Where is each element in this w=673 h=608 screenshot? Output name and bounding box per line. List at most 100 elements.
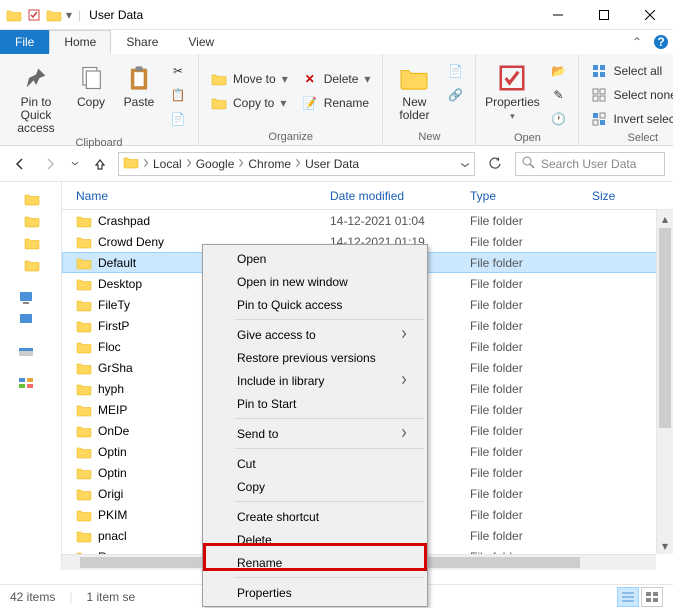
column-size[interactable]: Size bbox=[592, 189, 652, 203]
search-input[interactable]: Search User Data bbox=[515, 152, 665, 176]
up-button[interactable] bbox=[88, 152, 112, 176]
help-icon[interactable]: ? bbox=[649, 30, 673, 54]
refresh-button[interactable] bbox=[481, 152, 509, 176]
rename-button[interactable]: 📝Rename bbox=[298, 92, 375, 114]
tree-item[interactable] bbox=[0, 286, 61, 308]
window-title: User Data bbox=[81, 8, 143, 22]
ctx-cut[interactable]: Cut bbox=[205, 452, 425, 475]
recent-locations-button[interactable] bbox=[68, 152, 82, 176]
ctx-send-to[interactable]: Send to bbox=[205, 422, 425, 445]
folder-icon bbox=[76, 361, 92, 375]
tree-item[interactable] bbox=[0, 308, 61, 330]
column-name[interactable]: Name bbox=[76, 189, 330, 203]
file-type: File folder bbox=[470, 445, 592, 459]
copy-path-button[interactable]: 📋 bbox=[166, 84, 190, 106]
tree-item[interactable] bbox=[0, 372, 61, 394]
tab-view[interactable]: View bbox=[173, 30, 229, 54]
select-all-icon bbox=[591, 63, 607, 79]
delete-button[interactable]: ✕Delete ▾ bbox=[298, 68, 375, 90]
history-button[interactable]: 🕐 bbox=[546, 108, 570, 130]
address-folder-icon bbox=[123, 155, 139, 172]
tree-item[interactable] bbox=[0, 210, 61, 232]
tree-item[interactable] bbox=[0, 254, 61, 276]
vertical-scrollbar[interactable]: ▴ ▾ bbox=[656, 210, 673, 554]
title-bar: ▾ | User Data bbox=[0, 0, 673, 30]
address-bar[interactable]: Local Google Chrome User Data bbox=[118, 152, 475, 176]
properties-button[interactable]: Properties ▾ bbox=[484, 58, 540, 122]
tree-item[interactable] bbox=[0, 232, 61, 254]
column-date[interactable]: Date modified bbox=[330, 189, 470, 203]
minimize-button[interactable] bbox=[535, 0, 581, 30]
status-selection: 1 item se bbox=[86, 590, 135, 604]
paste-icon bbox=[123, 62, 155, 94]
column-type[interactable]: Type bbox=[470, 189, 592, 203]
ctx-open[interactable]: Open bbox=[205, 247, 425, 270]
file-type: File folder bbox=[470, 466, 592, 480]
ctx-restore-versions[interactable]: Restore previous versions bbox=[205, 346, 425, 369]
rename-icon: 📝 bbox=[302, 95, 318, 111]
open-small-button[interactable]: 📂 bbox=[546, 60, 570, 82]
scrollbar-thumb[interactable] bbox=[659, 228, 671, 428]
cut-small-button[interactable]: ✂ bbox=[166, 60, 190, 82]
scroll-down-icon[interactable]: ▾ bbox=[657, 537, 673, 554]
file-type: File folder bbox=[470, 508, 592, 522]
ctx-copy[interactable]: Copy bbox=[205, 475, 425, 498]
breadcrumb[interactable]: Local bbox=[153, 157, 192, 171]
select-none-button[interactable]: Select none bbox=[587, 84, 673, 106]
scroll-up-icon[interactable]: ▴ bbox=[657, 210, 673, 227]
breadcrumb[interactable]: User Data bbox=[305, 157, 359, 171]
file-type: File folder bbox=[470, 361, 592, 375]
move-to-button[interactable]: Move to ▾ bbox=[207, 68, 292, 90]
ctx-rename[interactable]: Rename bbox=[205, 551, 425, 574]
breadcrumb[interactable]: Chrome bbox=[248, 157, 301, 171]
paste-shortcut-button[interactable]: 📄 bbox=[166, 108, 190, 130]
invert-selection-button[interactable]: Invert selection bbox=[587, 108, 673, 130]
ctx-delete[interactable]: Delete bbox=[205, 528, 425, 551]
select-all-button[interactable]: Select all bbox=[587, 60, 673, 82]
thumbnails-view-button[interactable] bbox=[641, 587, 663, 607]
collapse-ribbon-icon[interactable]: ⌃ bbox=[625, 30, 649, 54]
move-to-icon bbox=[211, 71, 227, 87]
tab-file[interactable]: File bbox=[0, 30, 49, 54]
submenu-arrow-icon bbox=[401, 427, 407, 441]
copy-button[interactable]: Copy bbox=[70, 58, 112, 109]
details-view-button[interactable] bbox=[617, 587, 639, 607]
qat-new-folder-icon[interactable] bbox=[46, 7, 62, 23]
qat-folder-icon[interactable] bbox=[6, 7, 22, 23]
back-button[interactable] bbox=[8, 152, 32, 176]
context-menu: Open Open in new window Pin to Quick acc… bbox=[202, 244, 428, 607]
qat-properties-icon[interactable] bbox=[26, 7, 42, 23]
tree-item[interactable] bbox=[0, 188, 61, 210]
tab-home[interactable]: Home bbox=[49, 30, 111, 54]
copy-to-button[interactable]: Copy to ▾ bbox=[207, 92, 292, 114]
edit-small-button[interactable]: ✎ bbox=[546, 84, 570, 106]
ctx-properties[interactable]: Properties bbox=[205, 581, 425, 604]
ctx-open-new-window[interactable]: Open in new window bbox=[205, 270, 425, 293]
maximize-button[interactable] bbox=[581, 0, 627, 30]
tree-item[interactable] bbox=[0, 340, 61, 362]
easy-access-button[interactable]: 🔗 bbox=[443, 84, 467, 106]
new-item-button[interactable]: 📄 bbox=[443, 60, 467, 82]
forward-button[interactable] bbox=[38, 152, 62, 176]
ctx-create-shortcut[interactable]: Create shortcut bbox=[205, 505, 425, 528]
scissors-icon: ✂ bbox=[170, 63, 186, 79]
paste-button[interactable]: Paste bbox=[118, 58, 160, 109]
close-button[interactable] bbox=[627, 0, 673, 30]
qat-overflow-icon[interactable]: ▾ bbox=[66, 8, 72, 22]
navigation-pane[interactable] bbox=[0, 182, 62, 570]
folder-icon bbox=[76, 403, 92, 417]
invert-icon bbox=[591, 111, 607, 127]
address-dropdown-icon[interactable] bbox=[460, 157, 470, 171]
ctx-give-access-to[interactable]: Give access to bbox=[205, 323, 425, 346]
breadcrumb[interactable]: Google bbox=[196, 157, 245, 171]
new-folder-button[interactable]: New folder bbox=[391, 58, 437, 122]
ctx-pin-start[interactable]: Pin to Start bbox=[205, 392, 425, 415]
svg-text:?: ? bbox=[657, 35, 664, 49]
group-open-label: Open bbox=[484, 130, 570, 144]
tab-share[interactable]: Share bbox=[111, 30, 173, 54]
ctx-pin-quick-access[interactable]: Pin to Quick access bbox=[205, 293, 425, 316]
ctx-include-library[interactable]: Include in library bbox=[205, 369, 425, 392]
search-icon bbox=[522, 156, 535, 172]
table-row[interactable]: Crashpad14-12-2021 01:04File folder bbox=[62, 210, 673, 231]
pin-to-quick-access-button[interactable]: Pin to Quick access bbox=[8, 58, 64, 135]
